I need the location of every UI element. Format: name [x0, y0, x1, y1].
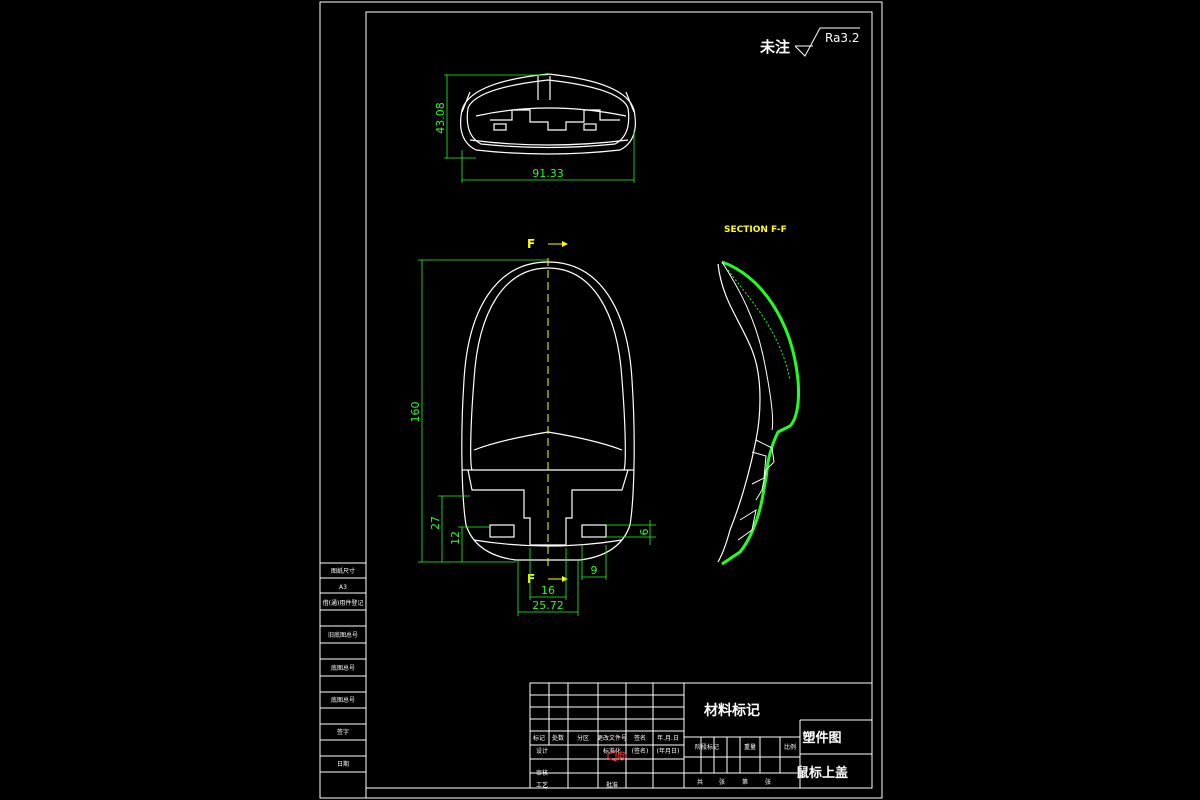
row-review: 审核: [536, 769, 548, 777]
section-title: SECTION F-F: [724, 225, 787, 235]
section-mark-bottom: F: [527, 572, 535, 586]
left-table-row-2: 借(通)用件登记: [323, 599, 364, 607]
dim-slot-2572: 25.72: [532, 599, 564, 612]
row-sign-small: (签名): [632, 747, 649, 755]
left-table-row-7: 日期: [337, 760, 349, 768]
hdr-sign: 签名: [634, 734, 646, 742]
left-table-row-4: 底图总号: [331, 664, 355, 672]
roughness-note: 未注 Ra3.2: [759, 27, 860, 57]
dim-overall-length: 160: [409, 402, 422, 423]
plan-view-dimensions: [418, 259, 656, 616]
row-process: 工艺: [536, 781, 548, 789]
hdr-date: 年.月.日: [657, 734, 679, 742]
scale-label: 比例: [784, 743, 796, 751]
dim-notch-9: 9: [591, 564, 598, 577]
hdr-zone: 分区: [577, 734, 589, 742]
surface-note-text: 未注: [759, 38, 790, 56]
stage-label: 阶段标记: [695, 743, 719, 751]
left-table-row-3: 旧底图总号: [328, 631, 358, 639]
row-date-small: (年月日): [657, 747, 680, 755]
top-view: [460, 73, 636, 155]
sheet-unit-a: 张: [719, 778, 725, 786]
cad-drawing-canvas: 未注 Ra3.2 43.08 91.33 F F 160 27 12 6 9 1…: [319, 1, 883, 799]
left-table-row-6: 签字: [337, 728, 349, 736]
row-design: 设计: [536, 747, 548, 755]
left-table-row-0: 图纸尺寸: [331, 567, 355, 575]
roughness-value: Ra3.2: [825, 31, 860, 45]
part-name: 鼠标上盖: [796, 765, 848, 781]
section-mark-top: F: [527, 237, 535, 251]
row-approve: 批准: [606, 781, 618, 789]
sheet-no: 第: [742, 778, 748, 786]
left-table-row-1: A3: [339, 584, 347, 591]
drawing-type: 塑件图: [802, 730, 841, 746]
dim-top-width: 91.33: [532, 167, 564, 180]
hdr-count: 处数: [552, 734, 564, 742]
hdr-mark: 标记: [533, 734, 545, 742]
sheet-total: 共: [697, 778, 703, 786]
dim-rear-27: 27: [429, 516, 442, 530]
dim-rear-12: 12: [449, 531, 462, 545]
material-mark: 材料标记: [704, 702, 760, 719]
dim-slot-16: 16: [541, 584, 555, 597]
dim-top-height: 43.08: [434, 102, 447, 134]
hdr-change-doc: 更改文件号: [597, 734, 627, 742]
section-view: [717, 260, 800, 566]
sheet-unit-b: 张: [765, 778, 771, 786]
weight-label: 重量: [744, 743, 756, 751]
left-table-row-5: 底图总号: [331, 696, 355, 704]
dim-notch-6: 6: [638, 529, 651, 536]
